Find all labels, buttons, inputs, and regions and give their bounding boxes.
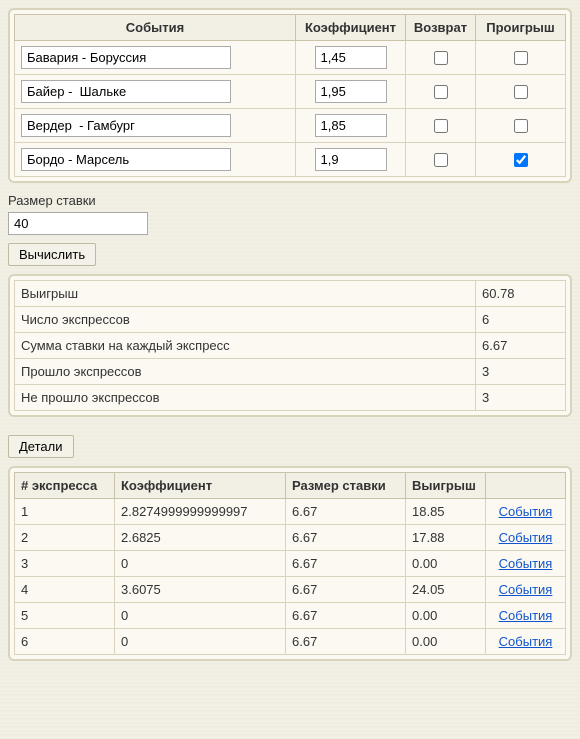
events-link[interactable]: События <box>499 582 553 597</box>
event-name-input[interactable] <box>21 114 231 137</box>
event-row <box>15 109 566 143</box>
express-num: 6 <box>15 629 115 655</box>
col-loss: Проигрыш <box>476 15 566 41</box>
event-name-input[interactable] <box>21 148 231 171</box>
loss-checkbox[interactable] <box>514 85 528 99</box>
details-table: # экспресса Коэффициент Размер ставки Вы… <box>14 472 566 655</box>
dcol-stake: Размер ставки <box>286 473 406 499</box>
events-link[interactable]: События <box>499 634 553 649</box>
event-name-input[interactable] <box>21 80 231 103</box>
col-return: Возврат <box>406 15 476 41</box>
express-stake: 6.67 <box>286 577 406 603</box>
express-num: 2 <box>15 525 115 551</box>
result-label: Сумма ставки на каждый экспресс <box>15 333 476 359</box>
result-row: Выигрыш60.78 <box>15 281 566 307</box>
express-coef: 3.6075 <box>115 577 286 603</box>
express-num: 5 <box>15 603 115 629</box>
event-row <box>15 41 566 75</box>
dcol-coef: Коэффициент <box>115 473 286 499</box>
details-row: 22.68256.6717.88 События <box>15 525 566 551</box>
dcol-link <box>486 473 566 499</box>
stake-label: Размер ставки <box>8 193 572 208</box>
events-table: События Коэффициент Возврат Проигрыш <box>14 14 566 177</box>
events-panel: События Коэффициент Возврат Проигрыш <box>8 8 572 183</box>
express-stake: 6.67 <box>286 499 406 525</box>
result-row: Число экспрессов6 <box>15 307 566 333</box>
event-row <box>15 143 566 177</box>
dcol-win: Выигрыш <box>406 473 486 499</box>
result-value: 6.67 <box>476 333 566 359</box>
coef-input[interactable] <box>315 46 387 69</box>
return-checkbox[interactable] <box>434 153 448 167</box>
details-row: 43.60756.6724.05 События <box>15 577 566 603</box>
result-row: Не прошло экспрессов3 <box>15 385 566 411</box>
return-checkbox[interactable] <box>434 85 448 99</box>
events-link[interactable]: События <box>499 530 553 545</box>
loss-checkbox[interactable] <box>514 119 528 133</box>
result-value: 60.78 <box>476 281 566 307</box>
result-label: Прошло экспрессов <box>15 359 476 385</box>
express-coef: 0 <box>115 629 286 655</box>
col-coef: Коэффициент <box>296 15 406 41</box>
result-value: 3 <box>476 359 566 385</box>
express-win: 0.00 <box>406 551 486 577</box>
event-name-input[interactable] <box>21 46 231 69</box>
coef-input[interactable] <box>315 80 387 103</box>
express-coef: 0 <box>115 603 286 629</box>
details-row: 306.670.00 События <box>15 551 566 577</box>
express-stake: 6.67 <box>286 525 406 551</box>
express-num: 3 <box>15 551 115 577</box>
results-table: Выигрыш60.78Число экспрессов6Сумма ставк… <box>14 280 566 411</box>
events-link[interactable]: События <box>499 556 553 571</box>
express-win: 0.00 <box>406 603 486 629</box>
calc-button[interactable]: Вычислить <box>8 243 96 266</box>
results-panel: Выигрыш60.78Число экспрессов6Сумма ставк… <box>8 274 572 417</box>
result-row: Сумма ставки на каждый экспресс6.67 <box>15 333 566 359</box>
express-num: 1 <box>15 499 115 525</box>
express-win: 17.88 <box>406 525 486 551</box>
event-row <box>15 75 566 109</box>
stake-input[interactable] <box>8 212 148 235</box>
col-events: События <box>15 15 296 41</box>
loss-checkbox[interactable] <box>514 153 528 167</box>
details-row: 12.82749999999999976.6718.85 События <box>15 499 566 525</box>
details-button[interactable]: Детали <box>8 435 74 458</box>
express-stake: 6.67 <box>286 629 406 655</box>
result-label: Число экспрессов <box>15 307 476 333</box>
express-coef: 2.8274999999999997 <box>115 499 286 525</box>
express-num: 4 <box>15 577 115 603</box>
express-coef: 0 <box>115 551 286 577</box>
events-link[interactable]: События <box>499 608 553 623</box>
express-stake: 6.67 <box>286 551 406 577</box>
result-label: Не прошло экспрессов <box>15 385 476 411</box>
express-stake: 6.67 <box>286 603 406 629</box>
result-value: 6 <box>476 307 566 333</box>
result-value: 3 <box>476 385 566 411</box>
details-row: 606.670.00 События <box>15 629 566 655</box>
express-win: 0.00 <box>406 629 486 655</box>
result-row: Прошло экспрессов3 <box>15 359 566 385</box>
coef-input[interactable] <box>315 114 387 137</box>
coef-input[interactable] <box>315 148 387 171</box>
return-checkbox[interactable] <box>434 51 448 65</box>
events-link[interactable]: События <box>499 504 553 519</box>
result-label: Выигрыш <box>15 281 476 307</box>
return-checkbox[interactable] <box>434 119 448 133</box>
express-win: 24.05 <box>406 577 486 603</box>
express-coef: 2.6825 <box>115 525 286 551</box>
dcol-num: # экспресса <box>15 473 115 499</box>
details-panel: # экспресса Коэффициент Размер ставки Вы… <box>8 466 572 661</box>
details-row: 506.670.00 События <box>15 603 566 629</box>
express-win: 18.85 <box>406 499 486 525</box>
loss-checkbox[interactable] <box>514 51 528 65</box>
